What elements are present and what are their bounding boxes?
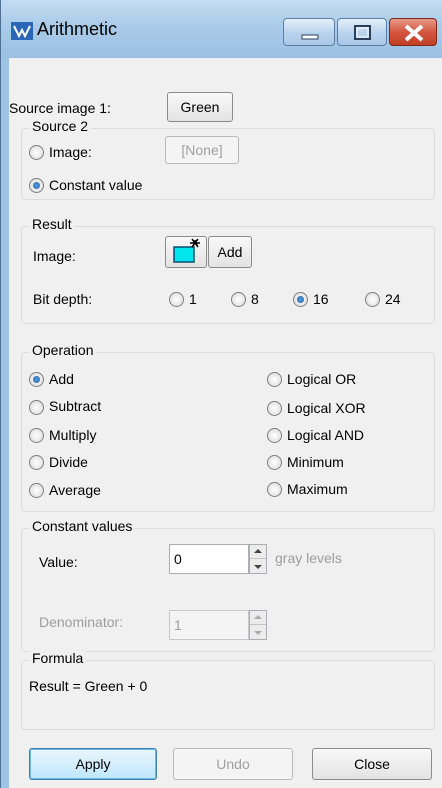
result-image-label: Image: [33,248,76,264]
bitdepth-16-radio[interactable] [293,292,308,307]
denominator-spin-up[interactable] [250,611,266,625]
source2-image-radio[interactable] [29,145,44,160]
bitdepth-1-label: 1 [189,291,197,307]
op-minimum-label: Minimum [287,454,344,470]
apply-button[interactable]: Apply [29,748,157,780]
op-maximum-label: Maximum [287,481,348,497]
op-divide-radio[interactable] [29,455,44,470]
maximize-icon [354,25,371,40]
bitdepth-1-radio[interactable] [169,292,184,307]
window-title: Arithmetic [37,19,118,39]
op-divide-label: Divide [49,454,88,470]
source2-group-label: Source 2 [29,118,92,134]
constant-values-group-label: Constant values [29,518,136,534]
op-average-label: Average [49,482,101,498]
op-logical-xor-label: Logical XOR [287,400,366,416]
op-logical-and-radio[interactable] [267,428,282,443]
constant-value-label: Constant value [49,177,143,193]
minimize-button[interactable] [283,18,335,46]
bitdepth-8-radio[interactable] [231,292,246,307]
constant-value-radio[interactable] [29,178,44,193]
op-multiply-label: Multiply [49,427,97,443]
new-image-button[interactable] [165,236,207,268]
source2-image-button[interactable]: [None] [165,136,239,164]
result-group-label: Result [29,216,75,232]
formula-group-label: Formula [29,650,87,666]
maximize-button[interactable] [337,18,387,46]
denominator-label: Denominator: [39,614,124,630]
undo-button[interactable]: Undo [173,748,293,780]
app-icon [11,22,33,40]
spin-down-icon [254,631,262,635]
arithmetic-window: Arithmetic Source image 1: Green Source … [0,0,442,788]
value-spin-up[interactable] [250,545,266,559]
op-multiply-radio[interactable] [29,428,44,443]
op-maximum-radio[interactable] [267,482,282,497]
value-unit-label: gray levels [275,550,342,566]
bitdepth-24-label: 24 [385,291,401,307]
source2-image-label: Image: [49,144,92,160]
op-logical-and-label: Logical AND [287,427,365,443]
op-subtract-radio[interactable] [29,400,44,415]
op-logical-xor-radio[interactable] [267,401,282,416]
op-logical-or-label: Logical OR [287,371,357,387]
op-subtract-label: Subtract [49,398,102,414]
source1-image-button[interactable]: Green [167,92,233,122]
spin-up-icon [254,549,262,553]
bitdepth-16-label: 16 [313,291,329,307]
source1-label: Source image 1: [9,100,111,116]
spin-up-icon [254,615,262,619]
operation-group-label: Operation [29,342,97,358]
bitdepth-8-label: 8 [251,291,259,307]
value-input[interactable]: 0 [169,544,249,574]
op-logical-or-radio[interactable] [267,372,282,387]
bitdepth-24-radio[interactable] [365,292,380,307]
value-label: Value: [39,554,78,570]
bitdepth-label: Bit depth: [33,291,93,307]
denominator-input[interactable]: 1 [169,610,249,640]
close-button[interactable]: Close [312,748,432,780]
formula-text: Result = Green + 0 [29,678,148,694]
spin-down-icon [254,565,262,569]
add-image-button[interactable]: Add [208,236,252,268]
op-average-radio[interactable] [29,483,44,498]
dialog-body: Source image 1: Green Source 2 Image: [N… [9,58,442,788]
value-spinner[interactable] [249,544,267,574]
new-image-icon [173,238,200,263]
op-minimum-radio[interactable] [267,455,282,470]
op-add-radio[interactable] [29,372,44,387]
formula-group [21,660,435,730]
denominator-spinner[interactable] [249,610,267,640]
value-spin-down[interactable] [250,559,266,573]
op-add-label: Add [49,371,74,387]
close-icon [404,24,424,42]
minimize-icon [301,34,319,40]
denominator-spin-down[interactable] [250,625,266,639]
close-window-button[interactable] [389,18,437,46]
title-bar[interactable]: Arithmetic [1,0,442,58]
